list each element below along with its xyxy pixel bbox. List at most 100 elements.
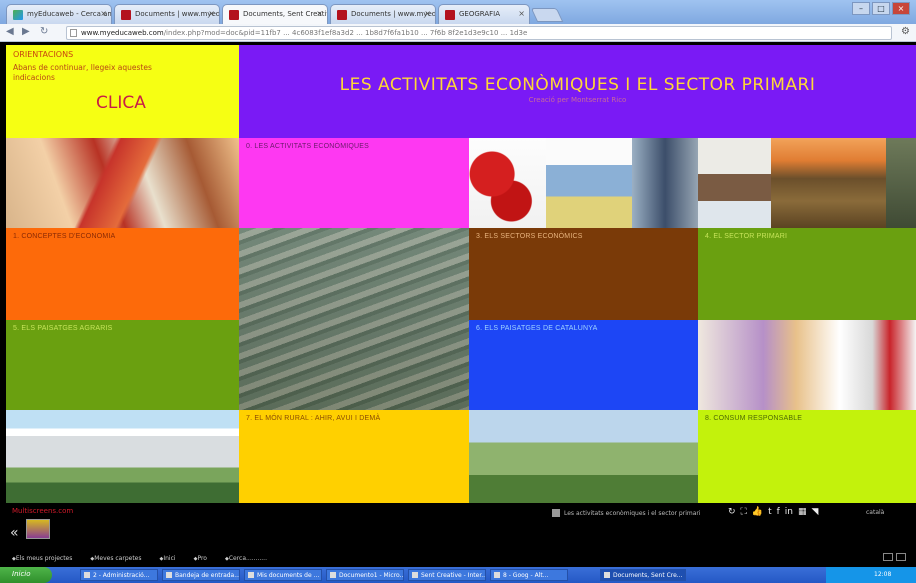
close-tab-icon[interactable]: ×	[424, 9, 431, 18]
town-photo	[469, 410, 698, 503]
close-window-icon[interactable]: ×	[892, 2, 910, 15]
minimize-icon[interactable]: –	[852, 2, 870, 15]
taskbar-item[interactable]: Sent Creative - Inter...	[408, 569, 486, 581]
facebook-icon[interactable]: f	[777, 507, 780, 517]
browser-tab[interactable]: Documents | www.myeduca...×	[330, 4, 436, 24]
nav-home[interactable]: Inici	[160, 555, 175, 562]
nav-pro[interactable]: Pro	[194, 555, 207, 562]
factory-photo	[546, 138, 632, 228]
collapse-icon[interactable]	[896, 553, 906, 561]
section-label: 0. LES ACTIVITATS ECONÒMIQUES	[246, 143, 370, 150]
rss-icon[interactable]: ◥	[812, 507, 819, 517]
like-icon[interactable]: 👍	[752, 507, 763, 517]
section-tile-1[interactable]: 1. CONCEPTES D'ECONOMIA	[6, 228, 239, 320]
close-tab-icon[interactable]: ×	[208, 9, 215, 18]
browser-tabbar: myEducaweb - Cerca amb ...× Documents | …	[0, 0, 916, 24]
section-tile-3[interactable]: 3. ELS SECTORS ECONÒMICS	[469, 228, 698, 320]
browser-tab[interactable]: GEOGRAFIA ×	[438, 4, 530, 24]
forward-icon[interactable]: ▶	[22, 26, 30, 37]
section-label: 8. CONSUM RESPONSABLE	[705, 415, 803, 422]
nav-my-projects[interactable]: Els meus projectes	[12, 555, 73, 562]
section-label: 6. ELS PAISATGES DE CATALUNYA	[476, 325, 598, 332]
favicon-icon	[229, 10, 239, 20]
footer-icons: ↻ ⛶ 👍 t f in ▦ ◥	[728, 507, 818, 517]
taskbar-item[interactable]: 8 - Goog - Alt...	[490, 569, 568, 581]
browser-tab[interactable]: Documents | www.myeduca...×	[114, 4, 220, 24]
favicon-icon	[445, 10, 455, 20]
clock: 12:08	[874, 571, 892, 578]
rice-terraces-photo	[239, 228, 469, 410]
share-icon[interactable]: t	[768, 507, 772, 517]
browser-tab[interactable]: myEducaweb - Cerca amb ...×	[6, 4, 112, 24]
section-tile-7[interactable]: 7. EL MÓN RURAL : AHIR, AVUI I DEMÀ	[239, 410, 469, 503]
orientacions-heading: ORIENTACIONS	[13, 50, 74, 59]
section-label: 4. EL SECTOR PRIMARI	[705, 233, 788, 240]
section-label: 3. ELS SECTORS ECONÒMICS	[476, 233, 583, 240]
taskbar-item[interactable]: Mis documents de ...	[244, 569, 322, 581]
start-button[interactable]: Inicio	[0, 567, 52, 583]
footer-window-buttons	[883, 553, 906, 561]
language-selector[interactable]: català	[866, 509, 884, 516]
close-tab-icon[interactable]: ×	[316, 9, 323, 18]
now-playing-title: Les activitats econòmiques i el sector p…	[564, 509, 701, 517]
taskbar-item[interactable]: Bandeja de entrada...	[162, 569, 240, 581]
close-tab-icon[interactable]: ×	[518, 9, 525, 18]
greenhouse-photo	[6, 410, 239, 503]
section-label: 1. CONCEPTES D'ECONOMIA	[13, 233, 116, 240]
worker-photo	[632, 138, 698, 228]
favicon-icon	[13, 10, 23, 20]
taskbar-item[interactable]: 2 - Administració...	[80, 569, 158, 581]
taskbar-item[interactable]: Documento1 - Micro...	[326, 569, 404, 581]
nav-search[interactable]: Cerca...........	[225, 555, 267, 562]
money-photo	[6, 138, 239, 228]
wheat-field-photo	[771, 138, 886, 228]
page-icon	[70, 29, 77, 37]
title-banner: LES ACTIVITATS ECONÒMIQUES I EL SECTOR P…	[239, 45, 916, 138]
section-tile-4[interactable]: 4. EL SECTOR PRIMARI	[698, 228, 916, 320]
expand-icon[interactable]	[883, 553, 893, 561]
maximize-icon[interactable]: □	[872, 2, 890, 15]
section-tile-0[interactable]: 0. LES ACTIVITATS ECONÒMIQUES	[239, 138, 469, 228]
tomato-photo	[469, 138, 546, 228]
close-tab-icon[interactable]: ×	[100, 9, 107, 18]
page-title: LES ACTIVITATS ECONÒMIQUES I EL SECTOR P…	[339, 75, 816, 95]
taskbar: Inicio 2 - Administració... Bandeja de e…	[0, 567, 916, 583]
browser-tab-active[interactable]: Documents, Sent Creative C...×	[222, 4, 328, 24]
favicon-icon	[337, 10, 347, 20]
section-label: 7. EL MÓN RURAL : AHIR, AVUI I DEMÀ	[246, 415, 381, 422]
shopping-photo	[698, 320, 916, 410]
linkedin-icon[interactable]: in	[785, 507, 793, 517]
section-label: 5. ELS PAISATGES AGRARIS	[13, 325, 113, 332]
clica-button[interactable]: CLICA	[96, 93, 146, 113]
new-tab-button[interactable]	[530, 8, 564, 22]
brand-link[interactable]: Multiscreens.com	[12, 507, 73, 515]
wrench-icon[interactable]: ⚙	[901, 26, 910, 37]
orientacions-panel: ORIENTACIONS Abans de continuar, llegeix…	[6, 45, 239, 138]
fullscreen-icon[interactable]: ⛶	[741, 507, 747, 517]
print-icon[interactable]: ▦	[798, 507, 807, 517]
reload-icon[interactable]: ↻	[40, 26, 48, 37]
fisherman-photo	[698, 138, 771, 228]
previous-icon[interactable]: «	[10, 525, 19, 541]
window-controls: – □ ×	[852, 2, 910, 16]
favicon-icon	[121, 10, 131, 20]
bottom-nav: Els meus projectes Meves carpetes Inici …	[12, 555, 267, 562]
now-playing: Les activitats econòmiques i el sector p…	[552, 509, 701, 517]
taskbar-item-active[interactable]: Documents, Sent Cre...	[600, 569, 686, 581]
system-tray: 12:08	[826, 567, 916, 583]
section-tile-5[interactable]: 5. ELS PAISATGES AGRARIS	[6, 320, 239, 410]
refresh-icon[interactable]: ↻	[728, 507, 736, 517]
player-footer: Multiscreens.com « Les activitats econòm…	[0, 503, 916, 567]
back-icon[interactable]: ◀	[6, 26, 14, 37]
section-tile-6[interactable]: 6. ELS PAISATGES DE CATALUNYA	[469, 320, 698, 410]
orientacions-text: Abans de continuar, llegeix aquestes ind…	[13, 63, 152, 82]
page-content: ORIENTACIONS Abans de continuar, llegeix…	[6, 45, 916, 503]
section-tile-8[interactable]: 8. CONSUM RESPONSABLE	[698, 410, 916, 503]
nav-my-folders[interactable]: Meves carpetes	[90, 555, 141, 562]
browser-toolbar: ◀ ▶ ↻ www.myeducaweb.com/index.php?mod=d…	[0, 24, 916, 42]
edge-photo	[886, 138, 916, 228]
presentation-thumbnail[interactable]	[26, 519, 50, 539]
address-bar[interactable]: www.myeducaweb.com/index.php?mod=doc&pid…	[66, 26, 892, 40]
page-subtitle: Creació per Montserrat Rico	[528, 96, 627, 104]
document-icon	[552, 509, 560, 517]
